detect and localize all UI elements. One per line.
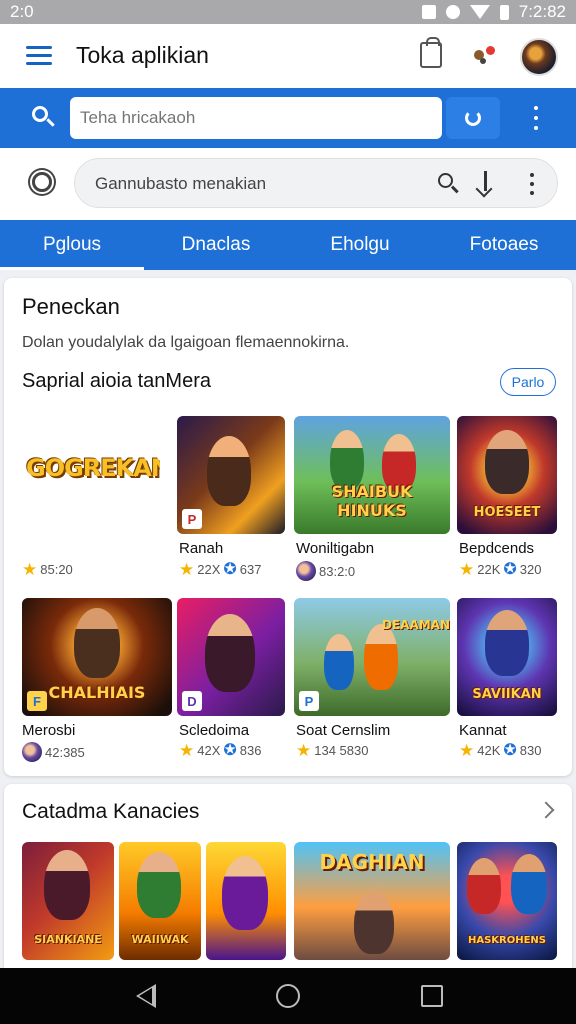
app-logo-text: GOGREKAN	[26, 454, 160, 482]
back-icon[interactable]	[136, 984, 156, 1008]
star-icon: ★	[459, 560, 475, 579]
filter-input[interactable]: Gannubasto menakian	[74, 158, 558, 208]
app-name: Scledoima	[179, 722, 250, 739]
search-icon[interactable]	[30, 104, 58, 132]
app-bar: Toka aplikian	[0, 24, 576, 88]
page-title: Toka aplikian	[76, 42, 209, 68]
categories-card: Catadma Kanacies SIANKIANE WAIIWAK DAGHI…	[4, 784, 572, 968]
more-button[interactable]: Parlo	[500, 368, 556, 396]
home-icon[interactable]	[276, 984, 300, 1008]
battery-icon	[499, 4, 509, 20]
tab-4[interactable]: Fotoaes	[432, 220, 576, 270]
app-name: Woniltigabn	[296, 540, 375, 557]
app-tile-title: SHAIBUK HINUKS	[331, 482, 413, 520]
app-rating: ★ 42X ✪ 836	[179, 741, 262, 760]
star-icon: ★	[179, 741, 195, 760]
gear-icon[interactable]	[32, 172, 52, 192]
section-title: Peneckan	[22, 294, 120, 319]
overflow-menu-icon[interactable]	[532, 106, 540, 130]
app-rating: ★ 22X ✪ 637	[179, 560, 262, 579]
shopping-bag-icon[interactable]	[420, 37, 442, 68]
status-bar: 2:0 7:2:82	[0, 0, 576, 24]
developer-avatar	[22, 742, 42, 762]
search-icon[interactable]	[437, 172, 461, 196]
star-icon: ★	[296, 741, 312, 760]
refresh-icon	[465, 110, 481, 126]
star-outline-icon: ✪	[503, 741, 517, 759]
system-nav-bar	[0, 968, 576, 1024]
app-name: Kannat	[459, 722, 507, 739]
search-bar	[0, 88, 576, 148]
star-outline-icon: ✪	[223, 741, 237, 759]
subsection-title: Saprial aioia tanMera	[22, 370, 211, 392]
tab-bar: Pglous Dnaclas Eholgu Fotoaes	[0, 220, 576, 270]
recents-icon[interactable]	[421, 985, 443, 1007]
app-name: Ranah	[179, 540, 224, 557]
app-badge-icon: P	[299, 691, 319, 711]
app-rating: ★ 134 5830	[296, 741, 369, 760]
app-badge-icon: D	[182, 691, 202, 711]
star-icon: ★	[459, 741, 475, 760]
recommendation-card: Peneckan Dolan youdalylak da lgaigoan fl…	[4, 278, 572, 776]
filter-bar: Gannubasto menakian	[0, 148, 576, 220]
app-tile-title: SAVIIKAN	[472, 687, 542, 702]
status-left-text: 2:0	[10, 2, 34, 21]
tab-3[interactable]: Eholgu	[288, 220, 432, 270]
app-tile-title: HOESEET	[473, 505, 541, 520]
app-rating: 83:2:0	[296, 561, 355, 581]
app-tile-8[interactable]: SAVIIKAN	[457, 598, 557, 716]
app-rating: 42:385	[22, 742, 85, 762]
star-outline-icon: ✪	[503, 560, 517, 578]
refresh-button[interactable]	[446, 97, 500, 139]
status-time: 7:2:82	[518, 2, 566, 21]
app-rating: ★ 42K ✪ 830	[459, 741, 542, 760]
app-tile-3[interactable]: SHAIBUK HINUKS	[294, 416, 450, 534]
app-rating: ★ 22K ✪ 320	[459, 560, 542, 579]
app-tile-title: DEAAMAN	[382, 618, 450, 632]
category-tile-title: SIANKIANE	[34, 933, 102, 946]
alarm-icon	[445, 5, 460, 19]
category-tile-title: DAGHIAN	[319, 850, 425, 874]
app-rating: ★ 85:20	[22, 560, 73, 579]
filter-placeholder: Gannubasto menakian	[95, 174, 267, 193]
search-input[interactable]	[70, 97, 442, 139]
avatar[interactable]	[520, 38, 558, 76]
category-tile-4[interactable]: DAGHIAN	[294, 842, 450, 960]
chevron-right-icon[interactable]	[537, 801, 555, 819]
category-tile-2[interactable]: WAIIWAK	[119, 842, 201, 960]
app-badge-icon: F	[27, 691, 47, 711]
app-tile-1[interactable]: GOGREKAN	[20, 416, 160, 534]
category-tile-5[interactable]: HASKROHENS	[457, 842, 557, 960]
developer-avatar	[296, 561, 316, 581]
app-tile-5[interactable]: CHALHIAIS F	[22, 598, 172, 716]
sim-icon	[421, 5, 436, 19]
category-tile-title: WAIIWAK	[131, 933, 189, 946]
app-badge-icon: P	[182, 509, 202, 529]
tab-1[interactable]: Pglous	[0, 220, 144, 270]
app-name: Merosbi	[22, 722, 76, 739]
category-tile-3[interactable]	[206, 842, 286, 960]
app-tile-4[interactable]: HOESEET	[457, 416, 557, 534]
app-tile-2[interactable]: P	[177, 416, 285, 534]
notification-icon[interactable]	[472, 44, 502, 68]
more-options-icon[interactable]	[529, 173, 535, 195]
section-description: Dolan youdalylak da lgaigoan flemaennoki…	[22, 334, 350, 351]
download-icon[interactable]	[475, 171, 495, 198]
star-icon: ★	[179, 560, 195, 579]
section-title: Catadma Kanacies	[22, 800, 200, 823]
category-tile-title: HASKROHENS	[467, 935, 547, 946]
status-icons: 7:2:82	[421, 2, 566, 22]
app-tile-7[interactable]: DEAAMAN P	[294, 598, 450, 716]
app-name: Soat Cernslim	[296, 722, 391, 739]
wifi-icon	[469, 5, 490, 19]
app-name: Bepdcends	[459, 540, 535, 557]
category-tile-1[interactable]: SIANKIANE	[22, 842, 114, 960]
star-outline-icon: ✪	[223, 560, 237, 578]
star-icon: ★	[22, 560, 38, 579]
app-tile-6[interactable]: D	[177, 598, 285, 716]
tab-2[interactable]: Dnaclas	[144, 220, 288, 270]
menu-icon[interactable]	[26, 46, 52, 66]
